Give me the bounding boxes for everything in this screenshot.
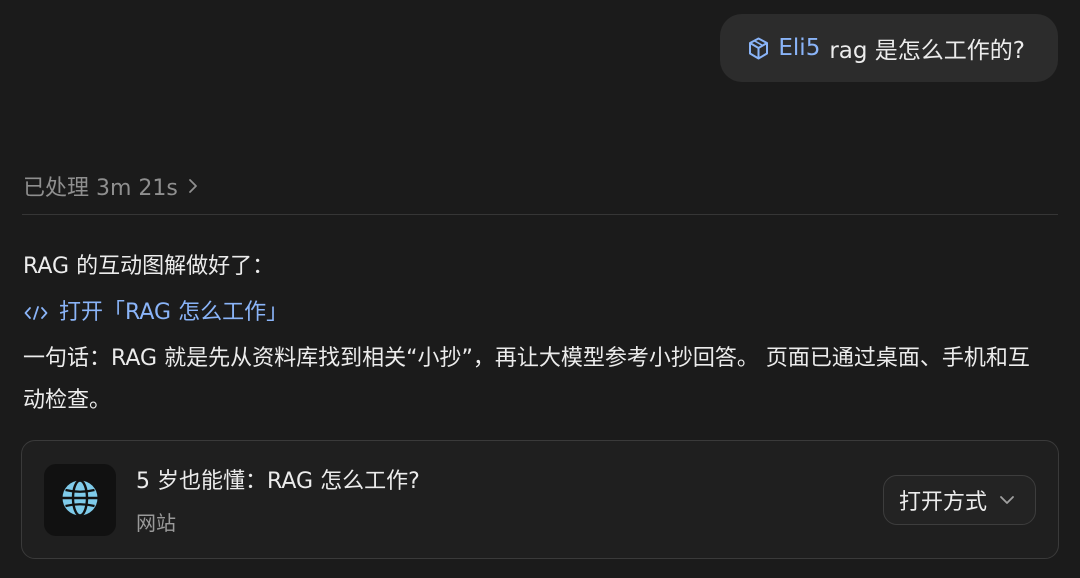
- artifact-card[interactable]: 5 岁也能懂：RAG 怎么工作? 网站 打开方式: [21, 440, 1059, 559]
- answer-intro: RAG 的互动图解做好了：: [23, 254, 275, 279]
- skill-chip-label: Eli5: [778, 35, 821, 61]
- open-artifact-label: 打开「RAG 怎么工作」: [59, 300, 289, 325]
- chevron-right-icon: [188, 178, 198, 194]
- open-artifact-link[interactable]: 打开「RAG 怎么工作」: [23, 296, 1030, 330]
- processing-label: 已处理 3m 21s: [23, 176, 178, 201]
- assistant-answer: RAG 的互动图解做好了： 打开「RAG 怎么工作」 一句话：RAG 就是先从资…: [23, 250, 1030, 422]
- chat-view: Eli5 rag 是怎么工作的? 已处理 3m 21s RAG 的互动图解做好了…: [0, 0, 1080, 578]
- cube-icon: [748, 37, 769, 60]
- processing-summary[interactable]: 已处理 3m 21s: [23, 170, 198, 202]
- artifact-icon-tile: [44, 463, 116, 536]
- code-icon: [23, 304, 49, 322]
- user-message-text: rag 是怎么工作的?: [829, 38, 1025, 64]
- user-message-bubble: Eli5 rag 是怎么工作的?: [720, 14, 1058, 82]
- open-with-label: 打开方式: [898, 489, 987, 515]
- globe-icon: [61, 478, 99, 521]
- answer-summary: 一句话：RAG 就是先从资料库找到相关“小抄”，再让大模型参考小抄回答。 页面已…: [23, 346, 1030, 413]
- artifact-type: 网站: [136, 511, 176, 535]
- divider: [22, 214, 1058, 215]
- artifact-title: 5 岁也能懂：RAG 怎么工作?: [136, 469, 420, 494]
- skill-chip[interactable]: Eli5: [748, 35, 820, 61]
- artifact-text: 5 岁也能懂：RAG 怎么工作? 网站: [136, 463, 883, 536]
- open-with-button[interactable]: 打开方式: [882, 474, 1036, 525]
- chevron-down-icon: [999, 495, 1015, 505]
